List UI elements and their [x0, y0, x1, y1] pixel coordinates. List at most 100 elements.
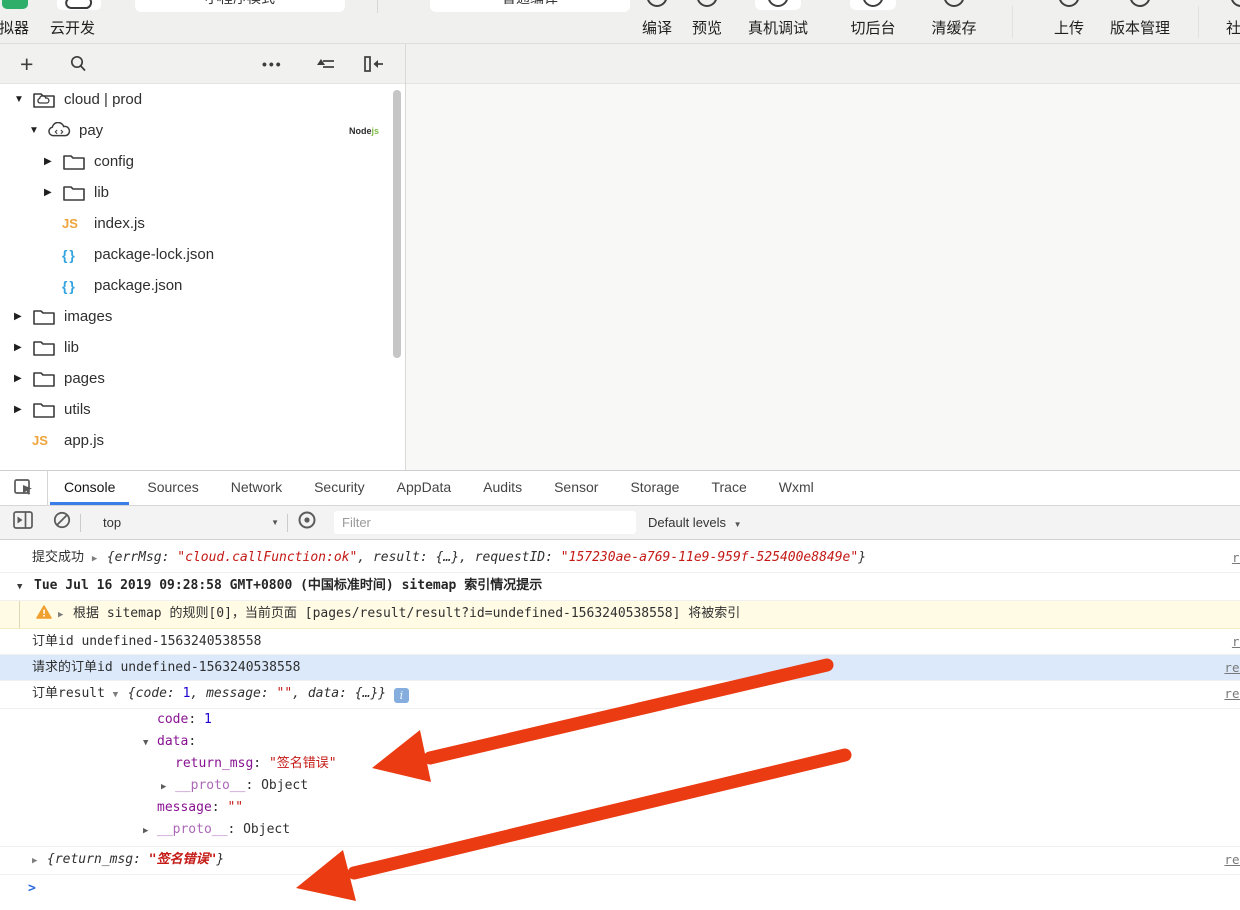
expand-caret-icon[interactable]: ▼: [17, 575, 34, 600]
cloud-dev-icon[interactable]: [57, 0, 101, 10]
search-icon[interactable]: [68, 44, 88, 84]
action-label: 编译: [641, 20, 673, 37]
tab-audits[interactable]: Audits: [469, 471, 536, 505]
tree-caret-icon[interactable]: ▶: [14, 404, 32, 415]
tree-item-package-lock-json[interactable]: { } package-lock.json: [0, 239, 405, 270]
folder-icon: [33, 372, 55, 387]
tab-wxml[interactable]: Wxml: [765, 471, 828, 505]
tree-item-pages[interactable]: ▶ pages: [0, 363, 405, 394]
compile-mode-dropdown[interactable]: 普通编译: [430, 0, 630, 12]
info-badge-icon[interactable]: i: [393, 688, 409, 703]
tree-item-cloud-prod[interactable]: ▼ cloud | prod: [0, 84, 405, 115]
toolbar-separator: [377, 0, 378, 13]
tree-item-label: lib: [64, 339, 80, 356]
toolbar-action-2[interactable]: 预览: [672, 0, 742, 43]
tab-security[interactable]: Security: [300, 471, 379, 505]
action-label: 清缓存: [931, 20, 977, 37]
toolbar-action-3[interactable]: 真机调试: [743, 0, 813, 43]
console-log-row: 订单id undefined-1563240538558re: [0, 629, 1240, 655]
action-label: 版本管理: [1109, 20, 1171, 37]
tree-item-label: pay: [79, 122, 104, 139]
source-link[interactable]: re: [1232, 545, 1240, 570]
tree-caret-icon[interactable]: ▶: [14, 373, 32, 384]
chevron-down-icon: ▼: [733, 520, 742, 529]
expand-caret-icon[interactable]: ▼: [113, 683, 128, 708]
scrollbar-thumb[interactable]: [393, 90, 401, 358]
action-icon: [696, 0, 718, 7]
devtools-panel: Console Sources Network Security AppData Audi…: [0, 470, 1240, 910]
toolbar-action-5[interactable]: 清缓存: [919, 0, 989, 43]
simulator-toggle[interactable]: 模拟器: [0, 17, 29, 38]
cloud-dev-button[interactable]: 云开发: [50, 17, 95, 38]
tree-item-lib[interactable]: ▶ lib: [0, 332, 405, 363]
toolbar-separator: [1012, 6, 1013, 38]
context-dropdown[interactable]: top ▼: [103, 515, 279, 530]
action-icon: [1058, 0, 1080, 7]
cloud-function-icon: [48, 122, 71, 137]
tree-item-package-json[interactable]: { } package.json: [0, 270, 405, 301]
tab-appdata[interactable]: AppData: [383, 471, 465, 505]
tree-caret-icon[interactable]: ▼: [29, 125, 47, 136]
toolbar-action-4[interactable]: 切后台: [838, 0, 908, 43]
simulator-icon[interactable]: [2, 0, 28, 9]
tree-caret-icon[interactable]: ▶: [44, 187, 62, 198]
tab-console[interactable]: Console: [50, 471, 130, 505]
folder-icon: [33, 403, 55, 418]
toolbar-action-7[interactable]: 版本管理: [1105, 0, 1175, 43]
expand-caret-icon[interactable]: ▶: [92, 547, 107, 572]
console-prompt[interactable]: >: [0, 875, 1240, 903]
action-label: 真机调试: [747, 20, 809, 37]
tab-sensor[interactable]: Sensor: [540, 471, 612, 505]
expand-caret-icon[interactable]: ▶: [143, 820, 157, 842]
add-file-icon[interactable]: +: [20, 44, 33, 84]
console-object-property: ▼ data:: [0, 731, 1240, 753]
log-levels-value: Default levels: [648, 515, 727, 530]
source-link[interactable]: res: [1224, 847, 1240, 872]
tree-item-utils[interactable]: ▶ utils: [0, 394, 405, 425]
more-options-icon[interactable]: •••: [262, 44, 283, 84]
inspect-element-icon[interactable]: [0, 471, 48, 505]
expand-caret-icon[interactable]: ▶: [32, 849, 47, 874]
collapse-panel-icon[interactable]: [362, 44, 386, 84]
tree-caret-icon[interactable]: ▶: [14, 311, 32, 322]
console-sidebar-icon[interactable]: [12, 510, 34, 535]
source-link[interactable]: re: [1232, 629, 1240, 654]
tree-item-config[interactable]: ▶ config: [0, 146, 405, 177]
panel-divider[interactable]: [405, 44, 406, 470]
expand-caret-icon[interactable]: ▶: [58, 603, 73, 628]
tree-caret-icon[interactable]: ▼: [14, 94, 32, 105]
live-expression-icon[interactable]: [296, 510, 318, 535]
tab-storage[interactable]: Storage: [616, 471, 693, 505]
toolbar-action-6[interactable]: 上传: [1034, 0, 1104, 43]
tree-caret-icon[interactable]: ▶: [14, 342, 32, 353]
chevron-down-icon: ▼: [271, 518, 279, 527]
tree-caret-icon[interactable]: ▶: [44, 156, 62, 167]
tree-item-label: package-lock.json: [94, 246, 215, 263]
filter-input[interactable]: [334, 511, 636, 534]
tree-item-lib[interactable]: ▶ lib: [0, 177, 405, 208]
expand-caret-icon[interactable]: ▶: [161, 776, 175, 798]
mode-dropdown[interactable]: 小程序模式: [135, 0, 345, 12]
source-link[interactable]: res: [1224, 655, 1240, 680]
toolbar-action-8[interactable]: 社区: [1206, 0, 1240, 43]
source-link[interactable]: res: [1224, 681, 1240, 706]
expand-caret-icon[interactable]: ▼: [143, 732, 157, 754]
console-object-property: return_msg: "签名错误": [175, 756, 337, 771]
console-warning-row: ▶ 根据 sitemap 的规则[0]，当前页面 [pages/result/re…: [0, 601, 1240, 629]
clear-console-icon[interactable]: [52, 510, 72, 535]
tab-sources[interactable]: Sources: [133, 471, 212, 505]
tree-item-images[interactable]: ▶ images: [0, 301, 405, 332]
action-label: 社区: [1225, 20, 1240, 37]
log-levels-dropdown[interactable]: Default levels ▼: [648, 515, 742, 530]
console-log-row: 请求的订单id undefined-1563240538558res: [0, 655, 1240, 681]
console-object-property: message: "": [157, 800, 244, 815]
outline-icon[interactable]: [314, 44, 336, 84]
console-object-property: code: 1: [157, 712, 212, 727]
tree-item-app-js[interactable]: JS app.js: [0, 425, 405, 456]
tree-item-index-js[interactable]: JS index.js: [0, 208, 405, 239]
toolbar-separator: [287, 513, 288, 532]
tree-item-label: config: [94, 153, 135, 170]
tree-item-pay[interactable]: ▼ pay Nodejs: [0, 115, 405, 146]
tab-network[interactable]: Network: [217, 471, 296, 505]
tab-trace[interactable]: Trace: [697, 471, 760, 505]
